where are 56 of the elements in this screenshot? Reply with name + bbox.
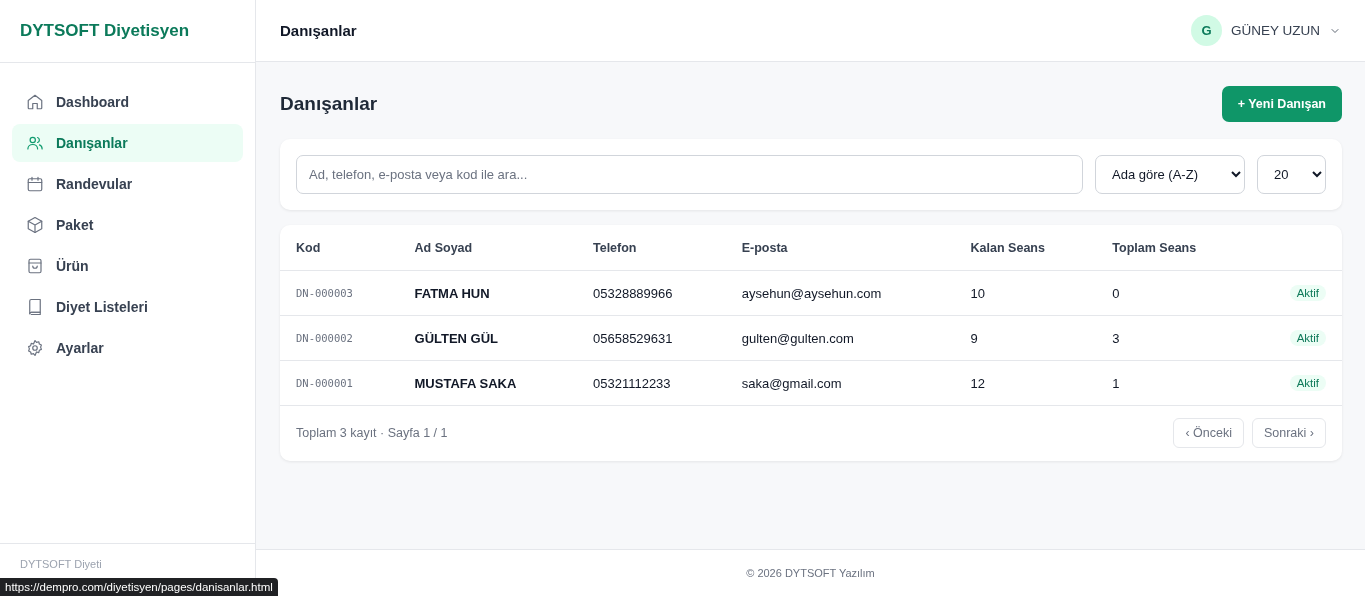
settings-icon [26,339,44,357]
home-icon [26,93,44,111]
sort-select[interactable]: Ada göre (A-Z) [1095,155,1245,194]
cube-icon [26,216,44,234]
next-button[interactable]: Sonraki › [1251,418,1326,448]
column-header: Kod [280,225,399,271]
table-cell: 10 [954,270,1097,316]
search-field[interactable]: Ad, telefon, e-posta veya kod ile ara... [296,155,1083,194]
status-badge: Aktif [1289,285,1326,301]
sidebar-item[interactable]: Danışanlar [12,124,243,162]
table-cell: MUSTAFA SAKA [398,360,577,406]
users-icon [26,134,44,152]
table-cell: aysehun@aysehun.com [725,270,955,316]
table-cell: 05658529631 [577,315,726,361]
table-cell: DN-000003 [280,270,399,316]
sidebar-item[interactable]: Randevular [12,165,243,203]
table-cell: DN-000001 [280,360,399,406]
bag-icon [26,257,44,275]
header-title: Danışanlar [280,22,357,39]
sidebar-item[interactable]: Diyet Listeleri [12,288,243,326]
table-cell: GÜLTEN GÜL [398,315,577,361]
sidebar-item[interactable]: Ürün [12,247,243,285]
previous-button[interactable]: ‹ Önceki [1173,418,1244,448]
table-cell: 05321112233 [577,360,726,406]
book-icon [26,298,44,316]
table-cell: 3 [1096,315,1251,361]
sidebar-footer-text: DYTSOFT Diyeti [20,558,102,570]
table-cell: gulten@gulten.com [725,315,955,361]
column-header: Toplam Seans [1096,225,1251,271]
copyright-text: © 2026 DYTSOFT Yazılım [746,567,875,579]
table-cell: FATMA HUN [398,270,577,316]
column-header: Telefon [577,225,726,271]
column-header: Ad Soyad [398,225,577,271]
brand-logo: DYTSOFT Diyetisyen [0,0,255,63]
column-header: E-posta [725,225,955,271]
sidebar-item[interactable]: Ayarlar [12,329,243,367]
sidebar-item[interactable]: Paket [12,206,243,244]
column-header: Kalan Seans [954,225,1097,271]
table-cell: 0 [1096,270,1251,316]
status-url: https://dempro.com/diyetisyen/pages/danisanlar.html [0,578,278,596]
table-cell: 12 [954,360,1097,406]
status-badge: Aktif [1289,375,1326,391]
table-cell: saka@gmail.com [725,360,955,406]
new-client-button[interactable]: + Yeni Danışan [1221,86,1342,122]
user-avatar[interactable]: G [1191,15,1222,46]
page-title: Danışanlar [280,93,378,115]
status-badge: Aktif [1289,330,1326,346]
sidebar-item[interactable]: Dashboard [12,83,243,121]
pagination-summary: Toplam 3 kayıt · Sayfa 1 / 1 [296,426,448,440]
page-size-select[interactable]: 20 [1257,155,1326,194]
calendar-icon [26,175,44,193]
user-name[interactable]: GÜNEY UZUN [1231,23,1320,38]
table-cell: 05328889966 [577,270,726,316]
table-cell: 1 [1096,360,1251,406]
table-cell: 9 [954,315,1097,361]
table-cell: DN-000002 [280,315,399,361]
